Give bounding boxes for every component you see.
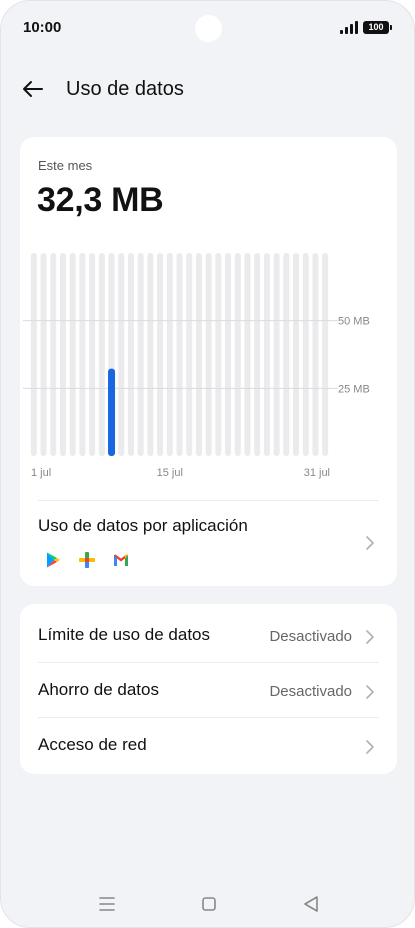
- network-access-row[interactable]: Acceso de red: [20, 717, 397, 772]
- usage-card: Este mes 32,3 MB 50 MB 25 MB 1 jul 15 jul 31…: [20, 137, 397, 586]
- chart-bar: [108, 368, 116, 456]
- chart-x-tick-label: 15 jul: [157, 467, 183, 479]
- app-usage-row[interactable]: Uso de datos por aplicación: [20, 501, 397, 586]
- chart-day-track: [293, 253, 300, 456]
- front-camera: [195, 15, 222, 42]
- chart-day-track: [59, 253, 66, 456]
- chart-day-track: [157, 253, 164, 456]
- chart-day-track: [283, 253, 290, 456]
- back-button[interactable]: [17, 73, 49, 105]
- data-limit-value: Desactivado: [269, 628, 352, 645]
- chart-day-track: [166, 253, 173, 456]
- settings-card: Límite de uso de datos Desactivado Ahorr…: [20, 604, 397, 774]
- chart-day-track: [118, 253, 125, 456]
- chart-y-tick-label: 25 MB: [338, 383, 370, 395]
- battery-icon: 100: [363, 21, 392, 34]
- chart-day-track: [312, 253, 319, 456]
- chart-day-track: [205, 253, 212, 456]
- system-back-button[interactable]: [299, 892, 323, 916]
- chart-y-tick-label: 50 MB: [338, 316, 370, 328]
- chevron-right-icon: [366, 685, 374, 699]
- chart-day-track: [79, 253, 86, 456]
- network-access-label: Acceso de red: [38, 735, 147, 754]
- data-saver-row[interactable]: Ahorro de datos Desactivado: [20, 662, 397, 717]
- data-saver-label: Ahorro de datos: [38, 680, 159, 699]
- chart-day-track: [273, 253, 280, 456]
- home-button[interactable]: [197, 892, 221, 916]
- chevron-right-icon: [366, 740, 374, 754]
- chart-day-track: [186, 253, 193, 456]
- status-time: 10:00: [23, 19, 62, 36]
- chart-day-track: [30, 253, 37, 456]
- chart-day-track: [147, 253, 154, 456]
- chart-day-track: [127, 253, 134, 456]
- back-icon: [304, 896, 318, 912]
- data-limit-row[interactable]: Límite de uso de datos Desactivado: [20, 607, 397, 662]
- chart-x-tick-label: 1 jul: [31, 467, 51, 479]
- chevron-right-icon: [366, 630, 374, 644]
- status-bar: 10:00 100: [1, 1, 414, 57]
- chart-day-track: [137, 253, 144, 456]
- chart-day-track: [263, 253, 270, 456]
- chart-day-track: [176, 253, 183, 456]
- chart-day-track: [302, 253, 309, 456]
- google-play-icon: [47, 552, 60, 568]
- chart-day-track: [244, 253, 251, 456]
- usage-chart: 50 MB 25 MB 1 jul 15 jul 31 jul: [23, 253, 370, 479]
- chart-day-track: [98, 253, 105, 456]
- google-one-icon: [79, 552, 95, 568]
- recent-apps-button[interactable]: [95, 892, 119, 916]
- gmail-icon: [114, 554, 128, 566]
- home-icon: [202, 897, 216, 911]
- app-usage-label: Uso de datos por aplicación: [38, 516, 248, 535]
- chevron-right-icon: [366, 536, 374, 550]
- chart-day-track: [40, 253, 47, 456]
- chart-x-tick-label: 31 jul: [304, 467, 330, 479]
- signal-icon: [340, 21, 358, 34]
- usage-total: 32,3 MB: [37, 181, 164, 219]
- page-title: Uso de datos: [66, 78, 184, 100]
- header: Uso de datos: [1, 67, 414, 111]
- chart-day-track: [50, 253, 57, 456]
- chart-day-track: [225, 253, 232, 456]
- chart-day-track: [234, 253, 241, 456]
- menu-icon: [99, 897, 115, 911]
- navigation-bar: [1, 886, 414, 922]
- phone-screen: 10:00 100 Uso de datos Este mes 32,3 MB …: [0, 0, 415, 928]
- data-limit-label: Límite de uso de datos: [38, 625, 211, 644]
- chart-day-track: [195, 253, 202, 456]
- chart-day-track: [254, 253, 261, 456]
- chart-day-track: [69, 253, 76, 456]
- chart-day-track: [89, 253, 96, 456]
- chart-day-track: [215, 253, 222, 456]
- chart-day-track: [322, 253, 329, 456]
- arrow-left-icon: [23, 81, 43, 97]
- data-saver-value: Desactivado: [269, 683, 352, 700]
- period-label: Este mes: [38, 158, 93, 173]
